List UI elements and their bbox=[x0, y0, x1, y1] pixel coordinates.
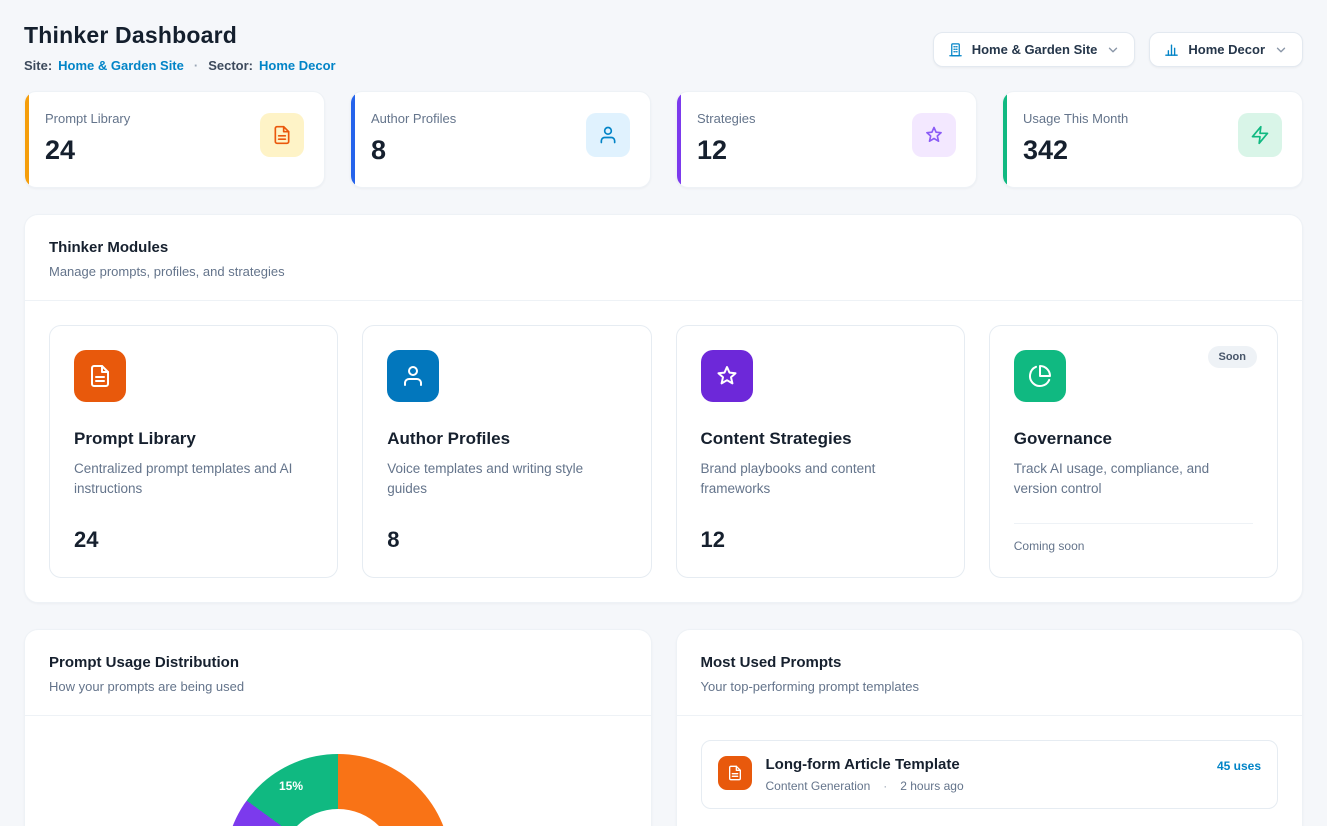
chevron-down-icon bbox=[1274, 43, 1288, 57]
document-icon bbox=[718, 756, 752, 790]
prompt-item-time: 2 hours ago bbox=[900, 779, 963, 793]
document-icon bbox=[74, 350, 126, 402]
prompts-card-header: Most Used Prompts Your top-performing pr… bbox=[677, 630, 1303, 716]
stats-row: Prompt Library 24 Author Profiles 8 Stra… bbox=[24, 91, 1303, 188]
stat-text: Strategies 12 bbox=[697, 111, 756, 166]
header-left: Thinker Dashboard Site: Home & Garden Si… bbox=[24, 22, 336, 73]
usage-distribution-card: Prompt Usage Distribution How your promp… bbox=[24, 629, 652, 826]
prompts-card-subtitle: Your top-performing prompt templates bbox=[701, 679, 1279, 694]
bottom-row: Prompt Usage Distribution How your promp… bbox=[24, 629, 1303, 826]
page-title: Thinker Dashboard bbox=[24, 22, 336, 49]
site-link[interactable]: Home & Garden Site bbox=[58, 58, 184, 73]
module-count: 24 bbox=[74, 509, 313, 553]
module-description: Centralized prompt templates and AI inst… bbox=[74, 459, 313, 500]
usage-card-title: Prompt Usage Distribution bbox=[49, 654, 627, 671]
user-icon bbox=[387, 350, 439, 402]
user-icon bbox=[586, 113, 630, 157]
separator-dot: · bbox=[883, 779, 887, 793]
donut-segment-label: 15% bbox=[279, 779, 303, 793]
stat-label: Usage This Month bbox=[1023, 111, 1128, 126]
coming-soon-label: Coming soon bbox=[1014, 523, 1253, 553]
module-description: Brand playbooks and content frameworks bbox=[701, 459, 940, 500]
stat-text: Prompt Library 24 bbox=[45, 111, 130, 166]
prompt-list-item[interactable]: Long-form Article Template Content Gener… bbox=[701, 740, 1279, 809]
stat-label: Prompt Library bbox=[45, 111, 130, 126]
usage-chart-area: 15% bbox=[25, 716, 651, 826]
module-title: Governance bbox=[1014, 429, 1253, 449]
dashboard-page: Thinker Dashboard Site: Home & Garden Si… bbox=[0, 0, 1327, 826]
stat-label: Strategies bbox=[697, 111, 756, 126]
usage-card-subtitle: How your prompts are being used bbox=[49, 679, 627, 694]
header: Thinker Dashboard Site: Home & Garden Si… bbox=[24, 22, 1303, 73]
star-icon bbox=[701, 350, 753, 402]
module-title: Content Strategies bbox=[701, 429, 940, 449]
prompt-item-category: Content Generation bbox=[766, 779, 871, 793]
stat-value: 8 bbox=[371, 135, 456, 166]
lightning-icon bbox=[1238, 113, 1282, 157]
sector-label: Sector: bbox=[208, 58, 253, 73]
prompts-card-title: Most Used Prompts bbox=[701, 654, 1279, 671]
prompt-item-title: Long-form Article Template bbox=[766, 756, 1203, 773]
module-title: Author Profiles bbox=[387, 429, 626, 449]
prompt-item-meta: Content Generation · 2 hours ago bbox=[766, 779, 1203, 793]
bar-chart-icon bbox=[1164, 42, 1179, 57]
stat-card-prompt-library: Prompt Library 24 bbox=[24, 91, 325, 188]
star-icon bbox=[912, 113, 956, 157]
stat-text: Author Profiles 8 bbox=[371, 111, 456, 166]
modules-subtitle: Manage prompts, profiles, and strategies bbox=[49, 264, 1278, 279]
stat-card-usage: Usage This Month 342 bbox=[1002, 91, 1303, 188]
module-count: 12 bbox=[701, 509, 940, 553]
site-selector-label: Home & Garden Site bbox=[972, 42, 1098, 57]
module-card-prompt-library[interactable]: Prompt Library Centralized prompt templa… bbox=[49, 325, 338, 578]
building-icon bbox=[948, 42, 963, 57]
site-label: Site: bbox=[24, 58, 52, 73]
stat-card-author-profiles: Author Profiles 8 bbox=[350, 91, 651, 188]
modules-grid: Prompt Library Centralized prompt templa… bbox=[25, 301, 1302, 602]
stat-card-strategies: Strategies 12 bbox=[676, 91, 977, 188]
stat-value: 24 bbox=[45, 135, 130, 166]
module-card-governance[interactable]: Soon Governance Track AI usage, complian… bbox=[989, 325, 1278, 578]
soon-badge: Soon bbox=[1208, 346, 1258, 368]
header-actions: Home & Garden Site Home Decor bbox=[933, 32, 1303, 67]
module-count: 8 bbox=[387, 509, 626, 553]
most-used-prompts-card: Most Used Prompts Your top-performing pr… bbox=[676, 629, 1304, 826]
prompt-item-body: Long-form Article Template Content Gener… bbox=[766, 756, 1203, 793]
module-description: Voice templates and writing style guides bbox=[387, 459, 626, 500]
module-card-author-profiles[interactable]: Author Profiles Voice templates and writ… bbox=[362, 325, 651, 578]
stat-value: 12 bbox=[697, 135, 756, 166]
stat-value: 342 bbox=[1023, 135, 1128, 166]
module-title: Prompt Library bbox=[74, 429, 313, 449]
sector-link[interactable]: Home Decor bbox=[259, 58, 336, 73]
breadcrumb: Site: Home & Garden Site · Sector: Home … bbox=[24, 58, 336, 73]
usage-card-header: Prompt Usage Distribution How your promp… bbox=[25, 630, 651, 716]
usage-donut: 15% bbox=[225, 754, 451, 826]
separator-dot: · bbox=[194, 58, 198, 73]
site-selector-dropdown[interactable]: Home & Garden Site bbox=[933, 32, 1136, 67]
thinker-modules-panel: Thinker Modules Manage prompts, profiles… bbox=[24, 214, 1303, 603]
modules-title: Thinker Modules bbox=[49, 239, 1278, 256]
sector-selector-dropdown[interactable]: Home Decor bbox=[1149, 32, 1303, 67]
stat-text: Usage This Month 342 bbox=[1023, 111, 1128, 166]
chevron-down-icon bbox=[1106, 43, 1120, 57]
prompt-list: Long-form Article Template Content Gener… bbox=[677, 716, 1303, 826]
module-card-content-strategies[interactable]: Content Strategies Brand playbooks and c… bbox=[676, 325, 965, 578]
module-description: Track AI usage, compliance, and version … bbox=[1014, 459, 1253, 500]
stat-label: Author Profiles bbox=[371, 111, 456, 126]
prompt-uses-badge: 45 uses bbox=[1217, 759, 1261, 773]
document-icon bbox=[260, 113, 304, 157]
sector-selector-label: Home Decor bbox=[1188, 42, 1265, 57]
pie-chart-icon bbox=[1014, 350, 1066, 402]
modules-panel-header: Thinker Modules Manage prompts, profiles… bbox=[25, 215, 1302, 301]
